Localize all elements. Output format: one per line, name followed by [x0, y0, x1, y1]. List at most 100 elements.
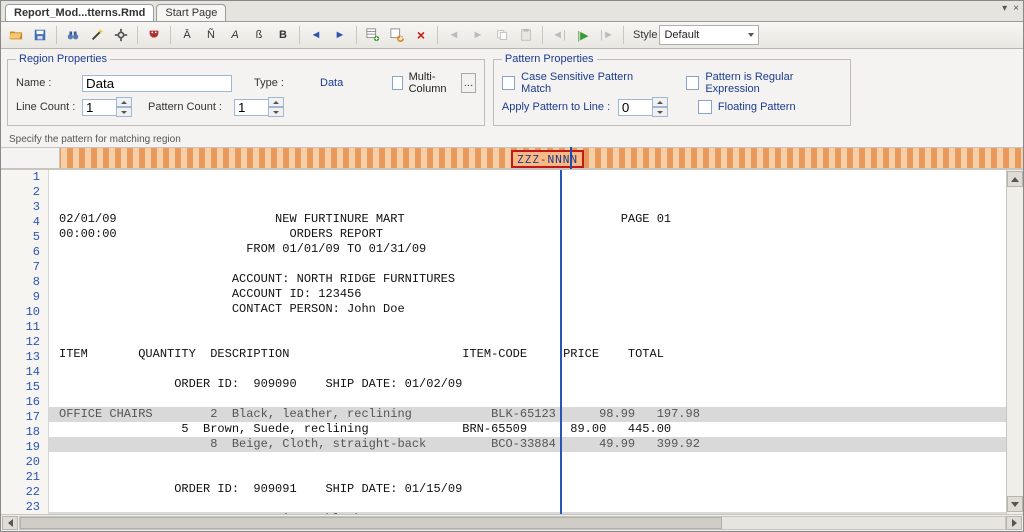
window: Report_Mod...tterns.Rmd Start Page ▾ × Ā… [0, 0, 1024, 532]
format-sans-icon[interactable]: Ñ [200, 24, 222, 46]
report-line[interactable] [49, 257, 1006, 272]
arrow-left-icon[interactable]: ◄ [305, 24, 327, 46]
scroll-right-icon[interactable] [1006, 516, 1022, 530]
tab-start-page[interactable]: Start Page [156, 4, 226, 21]
ruler-caret[interactable] [570, 147, 572, 169]
line-number: 21 [1, 470, 40, 485]
line-number: 19 [1, 440, 40, 455]
report-line[interactable]: ACCOUNT ID: 123456 [49, 287, 1006, 302]
case-sensitive-checkbox[interactable] [502, 76, 515, 90]
save-icon[interactable] [29, 24, 51, 46]
line-number: 15 [1, 380, 40, 395]
report-line[interactable]: CONTACT PERSON: John Doe [49, 302, 1006, 317]
multicolumn-more-button[interactable]: … [461, 73, 476, 93]
gear-icon[interactable] [110, 24, 132, 46]
hscroll-thumb[interactable] [20, 517, 722, 529]
multicolumn-checkbox[interactable] [392, 76, 403, 90]
report-line[interactable] [49, 317, 1006, 332]
report-line[interactable] [49, 497, 1006, 512]
scroll-left-icon[interactable] [2, 516, 18, 530]
line-number: 13 [1, 350, 40, 365]
line-count-label: Line Count : [16, 101, 76, 113]
report-line[interactable] [49, 362, 1006, 377]
mask-icon[interactable] [143, 24, 165, 46]
multicolumn-label: Multi-Column [409, 71, 455, 95]
line-number: 9 [1, 290, 40, 305]
para-right-icon[interactable]: |► [596, 24, 618, 46]
report-line[interactable]: ITEM QUANTITY DESCRIPTION ITEM-CODE PRIC… [49, 347, 1006, 362]
format-serif-icon[interactable]: Ā [176, 24, 198, 46]
para-left-icon[interactable]: ◄| [548, 24, 570, 46]
tab-close-icon[interactable]: × [1013, 3, 1019, 14]
wand-icon[interactable] [86, 24, 108, 46]
type-label: Type : [254, 77, 314, 89]
tab-report-model[interactable]: Report_Mod...tterns.Rmd [5, 4, 154, 21]
report-line[interactable]: OFFICE CHAIRS 2 Black, leather, reclinin… [49, 407, 1006, 422]
floating-checkbox[interactable] [698, 100, 712, 114]
pattern-marker[interactable]: ZZZ-NNNN [511, 150, 584, 168]
report-line[interactable]: 00:00:00 ORDERS REPORT [49, 227, 1006, 242]
format-italic-icon[interactable]: A [224, 24, 246, 46]
regex-checkbox[interactable] [686, 76, 699, 90]
report-line[interactable] [49, 452, 1006, 467]
para-apply-icon[interactable]: |▶ [572, 24, 594, 46]
line-number: 5 [1, 230, 40, 245]
report-line[interactable] [49, 392, 1006, 407]
report-line[interactable]: ORDER ID: 909090 SHIP DATE: 01/02/09 [49, 377, 1006, 392]
properties-row: Region Properties Name : Type : Data Mul… [1, 49, 1023, 132]
style-label: Style [633, 29, 657, 41]
report-line[interactable]: RUGS 5 Centerpiece, black CBR-45633 199.… [49, 512, 1006, 514]
open-icon[interactable] [5, 24, 27, 46]
pattern-properties-legend: Pattern Properties [502, 53, 597, 65]
delete-x-icon[interactable]: × [410, 24, 432, 46]
scroll-up-icon[interactable] [1007, 171, 1023, 187]
report-line[interactable] [49, 467, 1006, 482]
column-guide[interactable] [560, 170, 562, 514]
grid-reload-icon[interactable] [386, 24, 408, 46]
hint-bar: Specify the pattern for matching region [1, 132, 1023, 147]
hscroll-track[interactable] [19, 516, 1006, 530]
line-number: 12 [1, 335, 40, 350]
line-count-spin[interactable] [82, 97, 132, 117]
report-line[interactable] [49, 332, 1006, 347]
format-beta-icon[interactable]: ß [248, 24, 270, 46]
copy-icon[interactable] [491, 24, 513, 46]
line-number: 10 [1, 305, 40, 320]
nav-back-icon[interactable]: ◄ [443, 24, 465, 46]
report-line[interactable]: 02/01/09 NEW FURTINURE MART PAGE 01 [49, 212, 1006, 227]
region-properties-legend: Region Properties [16, 53, 110, 65]
report-line[interactable]: FROM 01/01/09 TO 01/31/09 [49, 242, 1006, 257]
pattern-count-label: Pattern Count : [148, 101, 228, 113]
tab-minimize-icon[interactable]: ▾ [1002, 3, 1007, 14]
style-dropdown[interactable]: Default [659, 25, 759, 45]
toolbar: Ā Ñ A ß B ◄ ► × ◄ ► ◄| |▶ |► Style Defau… [1, 22, 1023, 49]
apply-pattern-input[interactable] [618, 99, 652, 116]
region-properties: Region Properties Name : Type : Data Mul… [7, 53, 485, 126]
pattern-count-input[interactable] [234, 99, 268, 116]
scroll-down-icon[interactable] [1007, 496, 1023, 512]
nav-fwd-icon[interactable]: ► [467, 24, 489, 46]
line-number: 18 [1, 425, 40, 440]
report-body[interactable]: 02/01/09 NEW FURTINURE MART PAGE 0100:00… [49, 170, 1006, 514]
grid-add-icon[interactable] [362, 24, 384, 46]
arrow-right-icon[interactable]: ► [329, 24, 351, 46]
vertical-scrollbar[interactable] [1006, 170, 1023, 514]
paste-icon[interactable] [515, 24, 537, 46]
line-count-input[interactable] [82, 99, 116, 116]
name-input[interactable] [82, 75, 232, 92]
report-line[interactable]: 8 Beige, Cloth, straight-back BCO-33884 … [49, 437, 1006, 452]
line-gutter: 1234567891011121314151617181920212223242… [1, 170, 49, 514]
line-number: 6 [1, 245, 40, 260]
pattern-count-spin[interactable] [234, 97, 284, 117]
report-line[interactable]: 5 Brown, Suede, reclining BRN-65509 89.0… [49, 422, 1006, 437]
line-number: 20 [1, 455, 40, 470]
report-line[interactable]: ORDER ID: 909091 SHIP DATE: 01/15/09 [49, 482, 1006, 497]
apply-pattern-spin[interactable] [618, 97, 668, 117]
format-bold-icon[interactable]: B [272, 24, 294, 46]
binoculars-icon[interactable] [62, 24, 84, 46]
report-line[interactable]: ACCOUNT: NORTH RIDGE FURNITURES [49, 272, 1006, 287]
line-number: 17 [1, 410, 40, 425]
horizontal-scrollbar[interactable] [1, 514, 1023, 531]
line-number: 23 [1, 500, 40, 514]
pattern-ruler[interactable]: ZZZ-NNNN [1, 147, 1023, 169]
